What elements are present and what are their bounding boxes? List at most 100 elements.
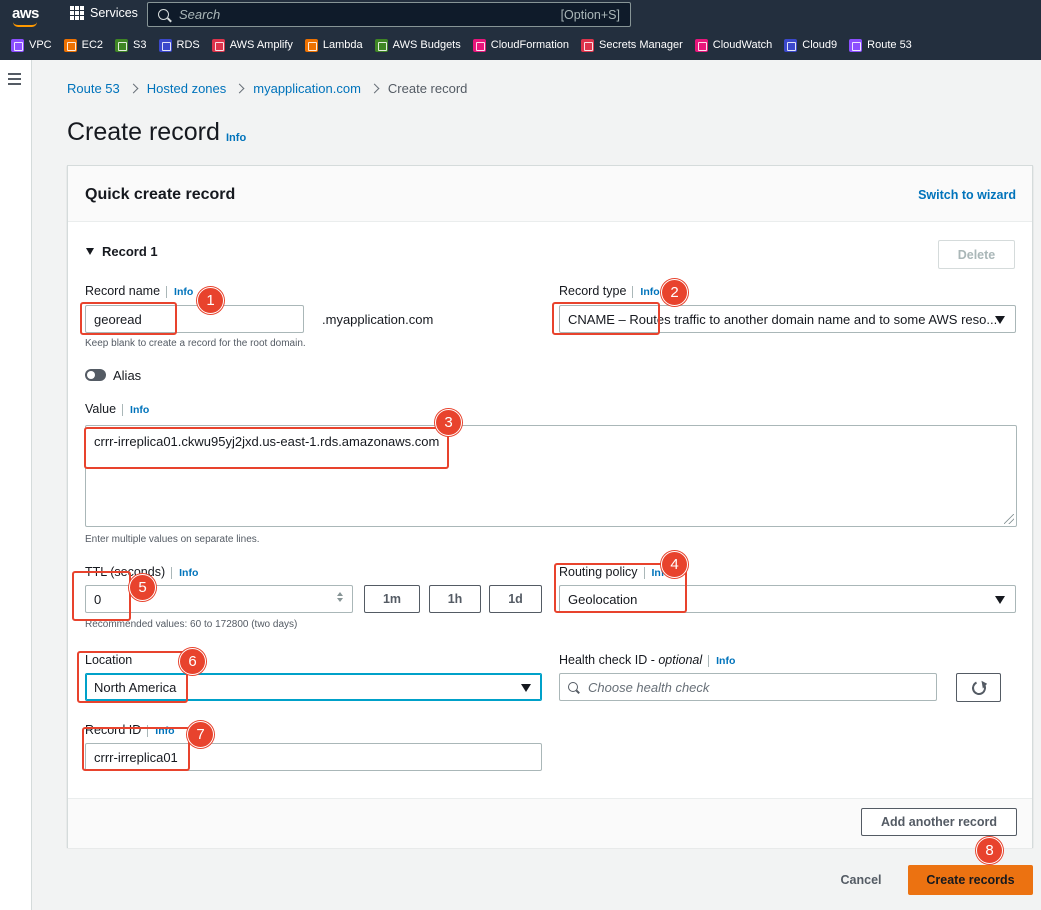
ttl-preset-1d[interactable]: 1d	[489, 585, 542, 613]
vpc-icon	[11, 38, 24, 52]
alias-toggle[interactable]	[85, 369, 106, 381]
ttl-preset-1m[interactable]: 1m	[364, 585, 420, 613]
domain-suffix: .myapplication.com	[322, 312, 434, 327]
record-name-input[interactable]: georead	[85, 305, 304, 333]
aws-smile-icon	[13, 22, 37, 27]
cloud9-icon	[784, 38, 798, 52]
favorite-label: AWS Amplify	[229, 39, 293, 51]
record-name-info-link[interactable]: Info	[166, 286, 194, 298]
favorite-label: Cloud9	[802, 39, 838, 51]
annotation-badge-2: 2	[661, 279, 688, 306]
ttl-hint: Recommended values: 60 to 172800 (two da…	[85, 619, 298, 630]
lambda-icon	[304, 38, 318, 52]
panel-title: Quick create record	[85, 186, 236, 203]
top-navigation: aws Services Search [Option+S] VPC EC2 S…	[0, 0, 1041, 60]
value-text: crrr-irreplica01.ckwu95yj2jxd.us-east-1.…	[94, 434, 440, 449]
record-type-info-link[interactable]: Info	[632, 286, 660, 298]
hamburger-menu-icon[interactable]	[8, 73, 21, 88]
grid-icon	[70, 6, 84, 20]
refresh-health-checks-button[interactable]	[956, 673, 1001, 702]
page-info-link[interactable]: Info	[226, 132, 246, 144]
record-id-input[interactable]: crrr-irreplica01	[85, 743, 542, 771]
ttl-value: 0	[94, 591, 102, 607]
health-check-search-input[interactable]: Choose health check	[559, 673, 937, 701]
add-another-record-button[interactable]: Add another record	[861, 808, 1017, 836]
aws-logo-text: aws	[12, 5, 39, 22]
favorite-secrets-manager[interactable]: Secrets Manager	[581, 38, 683, 52]
record-type-value: CNAME – Routes traffic to another domain…	[568, 311, 998, 327]
chevron-right-icon	[236, 82, 243, 96]
favorite-vpc[interactable]: VPC	[11, 38, 52, 52]
health-check-optional: optional	[658, 653, 703, 667]
search-placeholder: Search	[179, 7, 221, 22]
record-1-expander[interactable]: Record 1	[86, 244, 158, 259]
services-label: Services	[90, 6, 138, 20]
favorite-label: RDS	[176, 39, 200, 51]
create-records-button[interactable]: Create records	[908, 865, 1033, 895]
ttl-label-text: TTL (seconds)	[85, 565, 166, 579]
search-icon	[568, 682, 578, 692]
breadcrumb-hosted-zone[interactable]: myapplication.com	[253, 81, 361, 96]
record-heading: Record 1	[102, 244, 158, 259]
value-label-text: Value	[85, 402, 117, 416]
favorite-label: Secrets Manager	[599, 39, 683, 51]
routing-policy-select[interactable]: Geolocation	[559, 585, 1016, 613]
annotation-badge-4: 4	[661, 551, 688, 578]
breadcrumb-hosted-zones[interactable]: Hosted zones	[147, 81, 227, 96]
ttl-info-link[interactable]: Info	[171, 567, 199, 579]
favorite-label: AWS Budgets	[392, 39, 461, 51]
favorite-label: EC2	[81, 39, 104, 51]
favorite-label: Route 53	[867, 39, 912, 51]
record-id-value: crrr-irreplica01	[94, 749, 178, 765]
location-label: Location	[85, 653, 133, 667]
chevron-right-icon	[130, 82, 137, 96]
quick-create-panel: Quick create record Switch to wizard Rec…	[67, 165, 1033, 848]
switch-to-wizard-link[interactable]: Switch to wizard	[918, 188, 1016, 202]
favorite-lambda[interactable]: Lambda	[304, 38, 363, 52]
favorite-cloudformation[interactable]: CloudFormation	[472, 38, 570, 52]
search-shortcut: [Option+S]	[560, 7, 620, 22]
value-label: Value Info	[85, 402, 150, 416]
global-search-input[interactable]: Search [Option+S]	[147, 2, 631, 27]
value-hint: Enter multiple values on separate lines.	[85, 534, 260, 545]
ttl-input[interactable]: 0	[85, 585, 353, 613]
breadcrumb-route53[interactable]: Route 53	[67, 81, 120, 96]
health-check-label: Health check ID - optional Info	[559, 653, 736, 667]
favorites-bar: VPC EC2 S3 RDS AWS Amplify Lambda AWS Bu…	[0, 35, 912, 55]
favorite-route53[interactable]: Route 53	[849, 38, 912, 52]
cloudformation-icon	[472, 38, 486, 52]
caret-down-icon	[995, 596, 1005, 604]
favorite-s3[interactable]: S3	[115, 38, 147, 52]
refresh-icon	[969, 678, 988, 697]
ttl-preset-1h[interactable]: 1h	[429, 585, 481, 613]
record-type-label-text: Record type	[559, 284, 627, 298]
record-name-label-text: Record name	[85, 284, 161, 298]
s3-icon	[115, 38, 129, 52]
resize-handle-icon[interactable]	[1004, 514, 1014, 524]
services-menu-button[interactable]: Services	[70, 6, 138, 20]
value-info-link[interactable]: Info	[122, 404, 150, 416]
caret-down-icon	[86, 248, 94, 255]
location-select[interactable]: North America	[85, 673, 542, 701]
record-type-select[interactable]: CNAME – Routes traffic to another domain…	[559, 305, 1016, 333]
number-spinner-icon[interactable]	[337, 592, 344, 604]
health-check-info-link[interactable]: Info	[708, 655, 736, 667]
favorite-label: CloudFormation	[490, 39, 570, 51]
favorite-ec2[interactable]: EC2	[63, 38, 104, 52]
page-title: Create record	[67, 118, 220, 146]
favorite-cloudwatch[interactable]: CloudWatch	[694, 38, 772, 52]
delete-record-button[interactable]: Delete	[938, 240, 1015, 269]
cancel-button[interactable]: Cancel	[830, 866, 892, 894]
health-check-label-text: Health check ID -	[559, 653, 659, 667]
favorite-budgets[interactable]: AWS Budgets	[374, 38, 461, 52]
aws-logo[interactable]: aws	[12, 5, 39, 27]
favorite-rds[interactable]: RDS	[158, 38, 200, 52]
value-textarea[interactable]: crrr-irreplica01.ckwu95yj2jxd.us-east-1.…	[85, 425, 1017, 527]
ec2-icon	[63, 38, 77, 52]
rds-icon	[158, 38, 172, 52]
favorite-cloud9[interactable]: Cloud9	[784, 38, 838, 52]
breadcrumb-current: Create record	[387, 81, 468, 96]
record-id-info-link[interactable]: Info	[147, 725, 175, 737]
favorite-amplify[interactable]: AWS Amplify	[211, 38, 293, 52]
record-name-hint: Keep blank to create a record for the ro…	[85, 338, 306, 349]
